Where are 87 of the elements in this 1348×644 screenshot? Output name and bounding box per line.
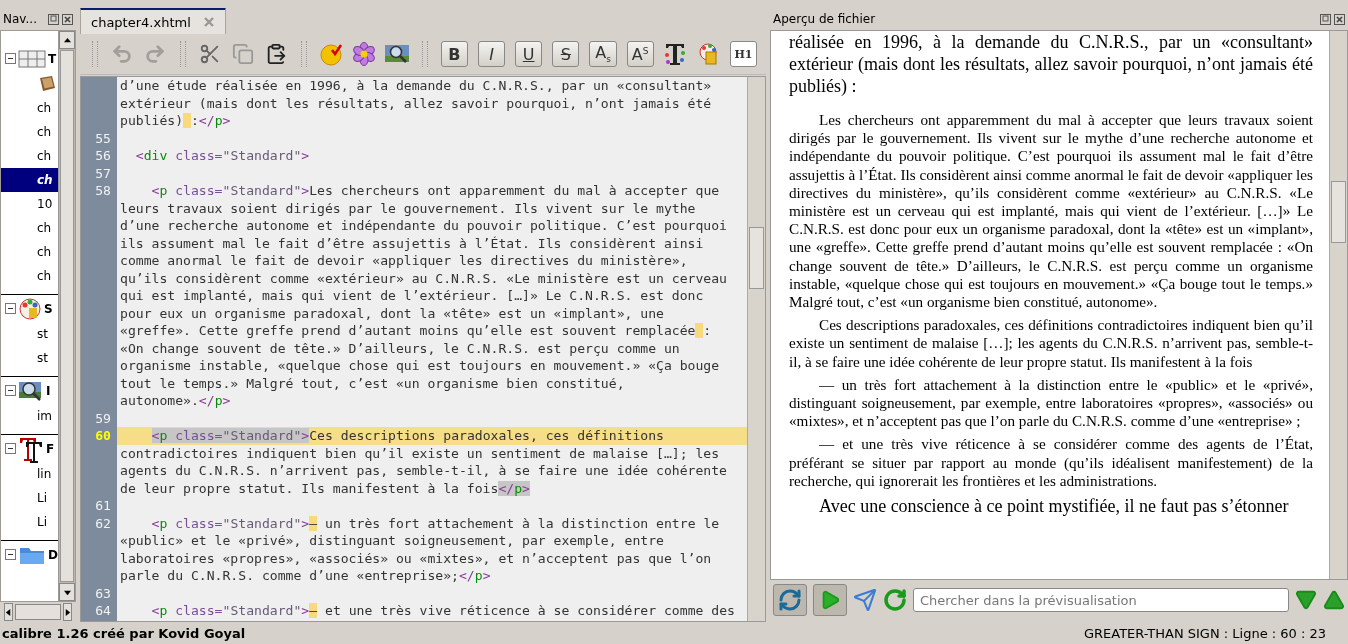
tree-item[interactable]: Li [1, 510, 58, 534]
code-line: qui est implanté, mais qui vient de l’extérieur. […]» Le C.N.R.S. est donc [119, 287, 705, 305]
code-line: <p class="Standard">Les chercheurs ont apparemment du mal à accepter que [150, 182, 721, 200]
collapse-icon[interactable] [5, 53, 16, 64]
code-line: «greffe». Cette greffe prend d’autant moins qu’elle est souvent remplacée : [119, 322, 713, 340]
code-line: de leur propre statut. Ils manifestent à la fois</p> [119, 479, 531, 497]
tree-item[interactable]: Li [1, 486, 58, 510]
code-line: publiés) :</p> [119, 112, 232, 130]
preview-paragraph: Avec une conscience à ce point mystifiée, il ne faut pas s’étonner [818, 495, 1290, 518]
tree-item[interactable]: ch [1, 264, 58, 288]
code-line: autonome».</p> [119, 392, 232, 410]
tree-group-label[interactable]: S [44, 301, 53, 316]
format-button[interactable]: A$_{s}$ [589, 41, 617, 67]
collapse-icon[interactable] [5, 549, 16, 560]
code-line: ils assument mal le fait d’être assujettis à l’État. Ils considèrent ainsi [119, 234, 705, 252]
collapse-icon[interactable] [5, 385, 16, 396]
code-line: qu’ils considèrent comme «extérieur» au C.N.R.S. «Le ministère est un cerveau [119, 269, 728, 287]
preview-paragraph: Ces descriptions paradoxales, ces définitions contradictoires indiquent bien qu’il existe un sentiment de malaise […]; les agents du C.N.R.S. n’arrivent pas, semble-t-il, à se faire une idée cohérente de leur propre statut. Ils manifestent à la fois [789, 316, 1313, 371]
editor-tab[interactable]: chapter4.xhtml [80, 8, 226, 34]
code-line: pour eux un organisme paradoxal, dont la «tête» est un «implant», une [119, 304, 665, 322]
tree-item[interactable]: im [1, 404, 58, 428]
panel-title: Nav... [3, 12, 38, 26]
code-line: parle du C.N.R.S. comme d’une «entreprise»;</p> [119, 567, 492, 585]
scroll-left-icon[interactable] [5, 608, 12, 616]
format-button[interactable]: S [552, 41, 580, 67]
code-line: leurs travaux soient dirigés par le gouvernement. Ils vivent sur le mythe [119, 199, 697, 217]
tree-item[interactable]: 10 [1, 192, 58, 216]
send-icon[interactable] [853, 588, 877, 612]
scroll-up-icon[interactable] [63, 36, 71, 44]
preview-paragraph: Les chercheurs ont apparemment du mal à accepter que leurs travaux soient dirigés par le gouvernement. Ils vivent sur le mythe d’une recherche autonome et indépendante du pouvoir politique. C’est pourquoi ils assument mal le fait d’être assujettis à l’État. Ils considèrent ainsi comme anormal le fait de devoir «appliquer les directives du ministère», qu’ils considèrent comme «extérieur» au C.N.R.S. «Le ministère est un cerveau qui est implanté, mais qui vient de l’extérieur. […]» Le C.N.R.S. est donc pour eux un organisme paradoxal, dont la «tête» est un «implant», une «greffe». Cette greffe prend d’autant moins qu’elle est souvent remplacée : «On change souvent de tête.» D’ailleurs, le C.N.R.S. est perçu comme un organisme instable, «quelque chose qui est toujours en mouvement.» «Ça bouge tout le temps.» Malgré tout, c’est «un organisme bien constitué, autonome». [789, 111, 1313, 312]
format-button[interactable]: U [515, 41, 543, 67]
tree-group-label[interactable]: F [46, 441, 55, 456]
down-arrow-icon[interactable] [1295, 589, 1317, 611]
code-line: contradictoires indiquent bien qu’il existe un sentiment de malaise […]; les [119, 444, 721, 462]
code-line: laboratoires «propres», «associés» ou «mixtes», et n’acceptent pas que l’on [119, 549, 713, 567]
cursor-position: GREATER-THAN SIGN : Ligne : 60 : 23 [1083, 625, 1326, 641]
code-line: d’une recherche autonome et indépendante du pouvoir politique. C’est pourquoi [119, 217, 728, 235]
scrollbar[interactable] [747, 77, 765, 621]
close-icon[interactable] [1334, 13, 1345, 25]
collapse-icon[interactable] [5, 443, 16, 454]
tree-item[interactable]: ch [1, 216, 58, 240]
format-button[interactable]: A$^{S}$ [626, 41, 654, 67]
preview-paragraph: — et une très vive réticence à se considérer comme des agents de l’État, préférant se situer par rapport au monde (qu’ils idéalisent manifestement) de la recherche, qui ignorerait les frontières et les administrations. [789, 435, 1313, 491]
sync-icon [778, 588, 802, 612]
code-line: extérieur (mais dont les résultats, allez savoir pourquoi, n’ont jamais été [119, 94, 713, 112]
book-icon [37, 75, 57, 93]
tree-item[interactable]: lin [1, 462, 58, 486]
table-icon [18, 49, 46, 68]
tree-item[interactable]: ch [1, 96, 58, 120]
sync-button[interactable] [773, 584, 807, 616]
scrollbar[interactable] [1329, 31, 1347, 579]
scroll-right-icon[interactable] [64, 608, 71, 616]
up-arrow-icon[interactable] [1323, 589, 1345, 611]
code-line: organisme instable, «quelque chose qui est toujours en mouvement.» «Ça bouge [119, 357, 721, 375]
preview-paragraph: réalisée en 1996, à la demande du C.N.R.S., par un «consultant» extérieur (mais dont les résultats, allez savoir pourquoi, n’ont jamais été publiés) : [789, 31, 1313, 97]
tree-item[interactable]: ch [1, 240, 58, 264]
magnifier-image-icon [18, 379, 44, 402]
tree-item[interactable]: ch [1, 120, 58, 144]
tree-group-label[interactable]: T [48, 51, 57, 66]
code-line: «On change souvent de tête.» D’ailleurs, le C.N.R.S. est perçu comme un [119, 339, 681, 357]
code-line: <div class="Standard"> [134, 147, 311, 165]
refresh-icon[interactable] [883, 588, 907, 612]
code-line: comme anormal le fait de devoir «appliquer les directives du ministère», [119, 252, 689, 270]
panel-title: Aperçu de fichier [773, 12, 877, 26]
code-line: d’une étude réalisée en 1996, à la demande du C.N.R.S., par un «consultant» [119, 77, 713, 95]
collapse-icon[interactable] [5, 303, 16, 314]
float-icon[interactable] [1320, 13, 1331, 25]
status-text: calibre 1.26 créé par Kovid Goyal [2, 625, 246, 641]
palette-icon [18, 296, 42, 321]
tree-item[interactable]: ch [1, 168, 58, 192]
float-icon[interactable] [48, 13, 59, 25]
tree-group-label[interactable]: D [48, 547, 58, 562]
scrollbar[interactable] [58, 31, 75, 601]
tree-item[interactable]: st [1, 346, 58, 370]
tree-group-label[interactable]: I [46, 383, 51, 398]
scroll-down-icon[interactable] [63, 588, 71, 596]
format-button[interactable]: I [477, 41, 506, 67]
preview-paragraph: — un très fort attachement à la distinction entre le «public» et le «privé», distinguant soigneusement, par exemple, entre laboratoires «propres», «associés» ou «mixtes», et n’acceptent pas que l’on parle du C.N.R.S. comme d’une «entreprise» ; [789, 375, 1313, 431]
tree-item[interactable]: ch [1, 144, 58, 168]
code-line: tout le temps.» Malgré tout, c’est «un organisme bien constitué, [119, 374, 626, 392]
search-field[interactable]: Chercher dans la prévisualisation [913, 588, 1289, 612]
code-line: «public» et le «privé», distinguant soigneusement, par exemple, entre [119, 532, 665, 550]
tree-item[interactable]: st [1, 322, 58, 346]
code-line: agents du C.N.R.S. n’arrivent pas, semble-t-il, à se faire une idée cohérente [119, 462, 728, 480]
format-button[interactable]: H1 [729, 41, 757, 67]
format-button[interactable]: B [440, 41, 468, 67]
close-icon[interactable] [62, 13, 73, 25]
